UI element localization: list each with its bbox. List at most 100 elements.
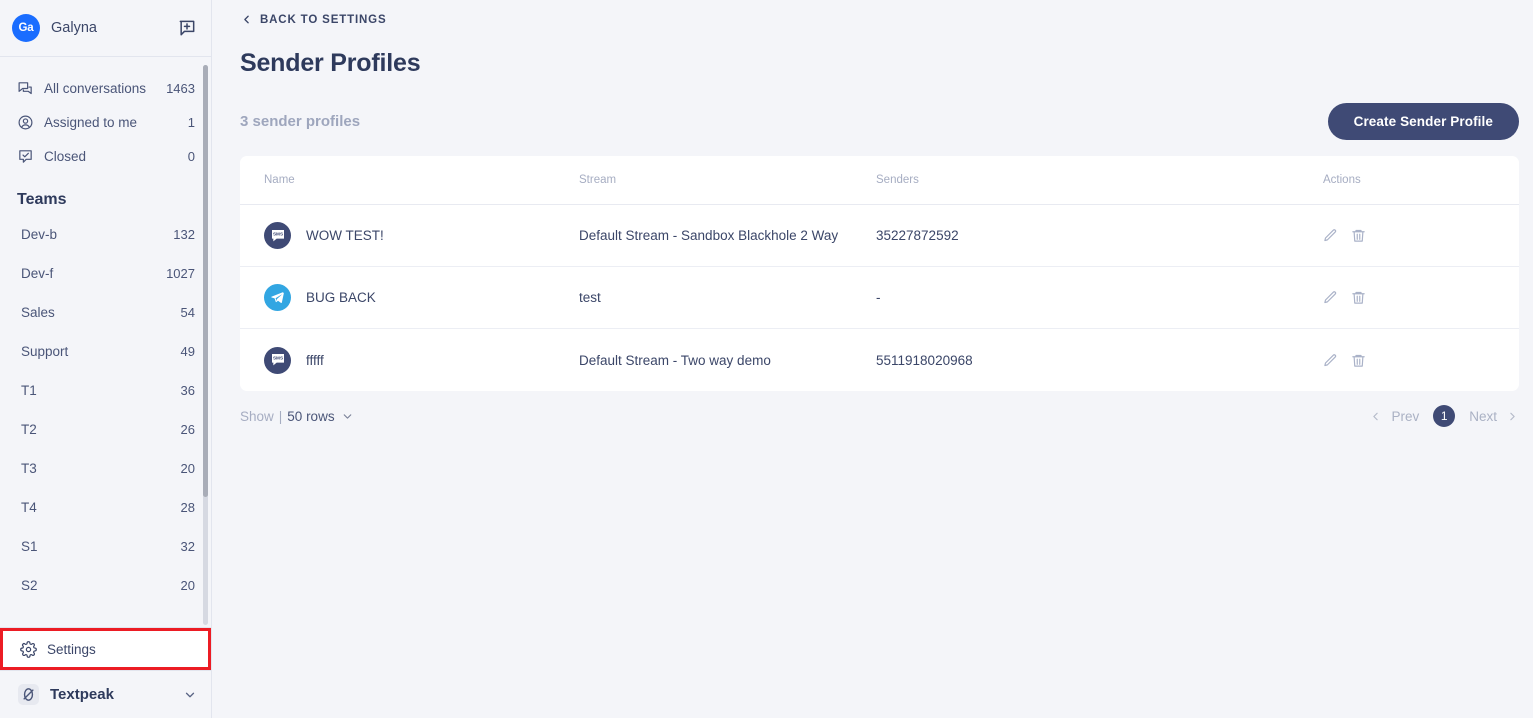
settings-label: Settings [47,641,96,657]
sidebar-item-all-conversations[interactable]: All conversations 1463 [0,71,211,105]
profile-name: BUG BACK [306,290,376,305]
sidebar-scroll-area: All conversations 1463 Assigned to me 1 [0,57,211,627]
sidebar-team-sales[interactable]: Sales 54 [0,293,211,332]
team-count: 32 [180,539,195,554]
team-label: T4 [21,500,37,515]
team-count: 26 [180,422,195,437]
textpeak-logo-icon [18,684,39,705]
sms-channel-icon: SMS [264,222,291,249]
show-label: Show [240,408,274,424]
sidebar-item-settings[interactable]: Settings [0,628,211,670]
team-label: Dev-b [21,227,58,242]
sidebar-scrollbar-thumb[interactable] [203,65,208,497]
team-label: Support [21,344,69,359]
page-number-1[interactable]: 1 [1433,405,1456,427]
cell-stream: Default Stream - Sandbox Blackhole 2 Way [579,228,839,243]
sidebar-item-label: Assigned to me [44,114,138,130]
rows-per-page-selector[interactable]: Show | 50 rows [240,409,354,424]
column-header-senders: Senders [876,174,919,186]
delete-trash-icon[interactable] [1351,353,1366,368]
svg-text:SMS: SMS [272,231,282,236]
table-row[interactable]: BUG BACK test - [240,267,1519,329]
sidebar-item-assigned-to-me[interactable]: Assigned to me 1 [0,105,211,139]
team-count: 20 [180,461,195,476]
sidebar-team-t4[interactable]: T4 28 [0,488,211,527]
chevron-right-icon[interactable] [1506,410,1519,423]
page-title: Sender Profiles [240,49,421,77]
delete-trash-icon[interactable] [1351,228,1366,243]
conversations-icon [17,80,34,97]
user-name: Galyna [51,20,97,36]
team-label: Dev-f [21,266,54,281]
cell-actions [1323,228,1519,243]
sidebar-item-label: All conversations [44,80,147,96]
chevron-down-icon[interactable] [341,410,354,423]
app-root: Ga Galyna All conversations 1463 Assigne… [0,0,1533,718]
sidebar-team-s2[interactable]: S2 20 [0,566,211,605]
next-page-button[interactable]: Next [1469,409,1497,424]
team-label: T1 [21,383,37,398]
cell-stream: test [579,290,601,305]
column-header-actions: Actions [1323,174,1361,186]
cell-senders: 5511918020968 [876,352,973,368]
sidebar-team-t2[interactable]: T2 26 [0,410,211,449]
sidebar-scrollbar[interactable] [203,65,208,625]
sidebar-settings-container: Settings [0,627,211,670]
back-to-settings-link[interactable]: BACK TO SETTINGS [240,13,386,26]
column-header-stream: Stream [579,174,617,186]
team-count: 20 [180,578,195,593]
sidebar-team-t3[interactable]: T3 20 [0,449,211,488]
sender-profiles-table: Name Stream Senders Actions SMS WOW TEST… [240,156,1519,391]
cell-name: BUG BACK [264,284,579,311]
edit-pencil-icon[interactable] [1323,228,1338,243]
sidebar-item-count: 0 [187,148,195,164]
show-separator: | [278,408,283,424]
column-header-name: Name [264,174,295,186]
sms-channel-icon: SMS [264,346,291,374]
team-label: T2 [21,422,37,437]
pagination: Prev 1 Next [1369,405,1519,427]
team-count: 1027 [166,266,195,281]
subheader-row: 3 sender profiles Create Sender Profile [240,103,1533,140]
svg-text:SMS: SMS [272,356,282,361]
sidebar-item-label: Closed [44,148,87,164]
chevron-left-icon[interactable] [1369,410,1382,423]
chevron-down-icon[interactable] [183,688,197,702]
team-count: 28 [180,500,195,515]
edit-pencil-icon[interactable] [1323,290,1338,305]
table-row[interactable]: SMS fffff Default Stream - Two way demo … [240,329,1519,391]
sidebar-item-closed[interactable]: Closed 0 [0,139,211,173]
sidebar-team-s1[interactable]: S1 32 [0,527,211,566]
team-count: 36 [180,383,195,398]
team-label: Sales [21,305,55,320]
table-row[interactable]: SMS WOW TEST! Default Stream - Sandbox B… [240,205,1519,267]
team-count: 54 [180,305,195,320]
prev-page-button[interactable]: Prev [1391,409,1419,424]
sidebar-team-dev-f[interactable]: Dev-f 1027 [0,254,211,293]
brand-name: Textpeak [50,686,114,703]
cell-name: SMS fffff [264,346,579,374]
back-link-label: BACK TO SETTINGS [260,13,387,26]
new-message-icon[interactable] [177,18,197,38]
team-label: T3 [21,461,37,476]
brand-footer[interactable]: Textpeak [0,670,211,718]
telegram-channel-icon [264,284,291,311]
sidebar-team-support[interactable]: Support 49 [0,332,211,371]
rows-per-page-value: 50 rows [287,408,335,424]
edit-pencil-icon[interactable] [1323,353,1338,368]
cell-senders: - [876,290,881,305]
teams-section-title: Teams [17,191,67,208]
sidebar-team-dev-b[interactable]: Dev-b 132 [0,215,211,254]
chevron-left-icon [240,13,253,26]
cell-actions [1323,353,1519,368]
create-sender-profile-button[interactable]: Create Sender Profile [1327,103,1519,140]
cell-stream: Default Stream - Two way demo [579,352,771,368]
closed-check-icon [17,148,34,165]
team-count: 132 [173,227,195,242]
sidebar-team-t1[interactable]: T1 36 [0,371,211,410]
profile-count-text: 3 sender profiles [240,113,361,130]
cell-name: SMS WOW TEST! [264,222,579,249]
delete-trash-icon[interactable] [1351,290,1366,305]
sidebar-item-count: 1 [187,114,195,130]
team-label: S1 [21,539,38,554]
